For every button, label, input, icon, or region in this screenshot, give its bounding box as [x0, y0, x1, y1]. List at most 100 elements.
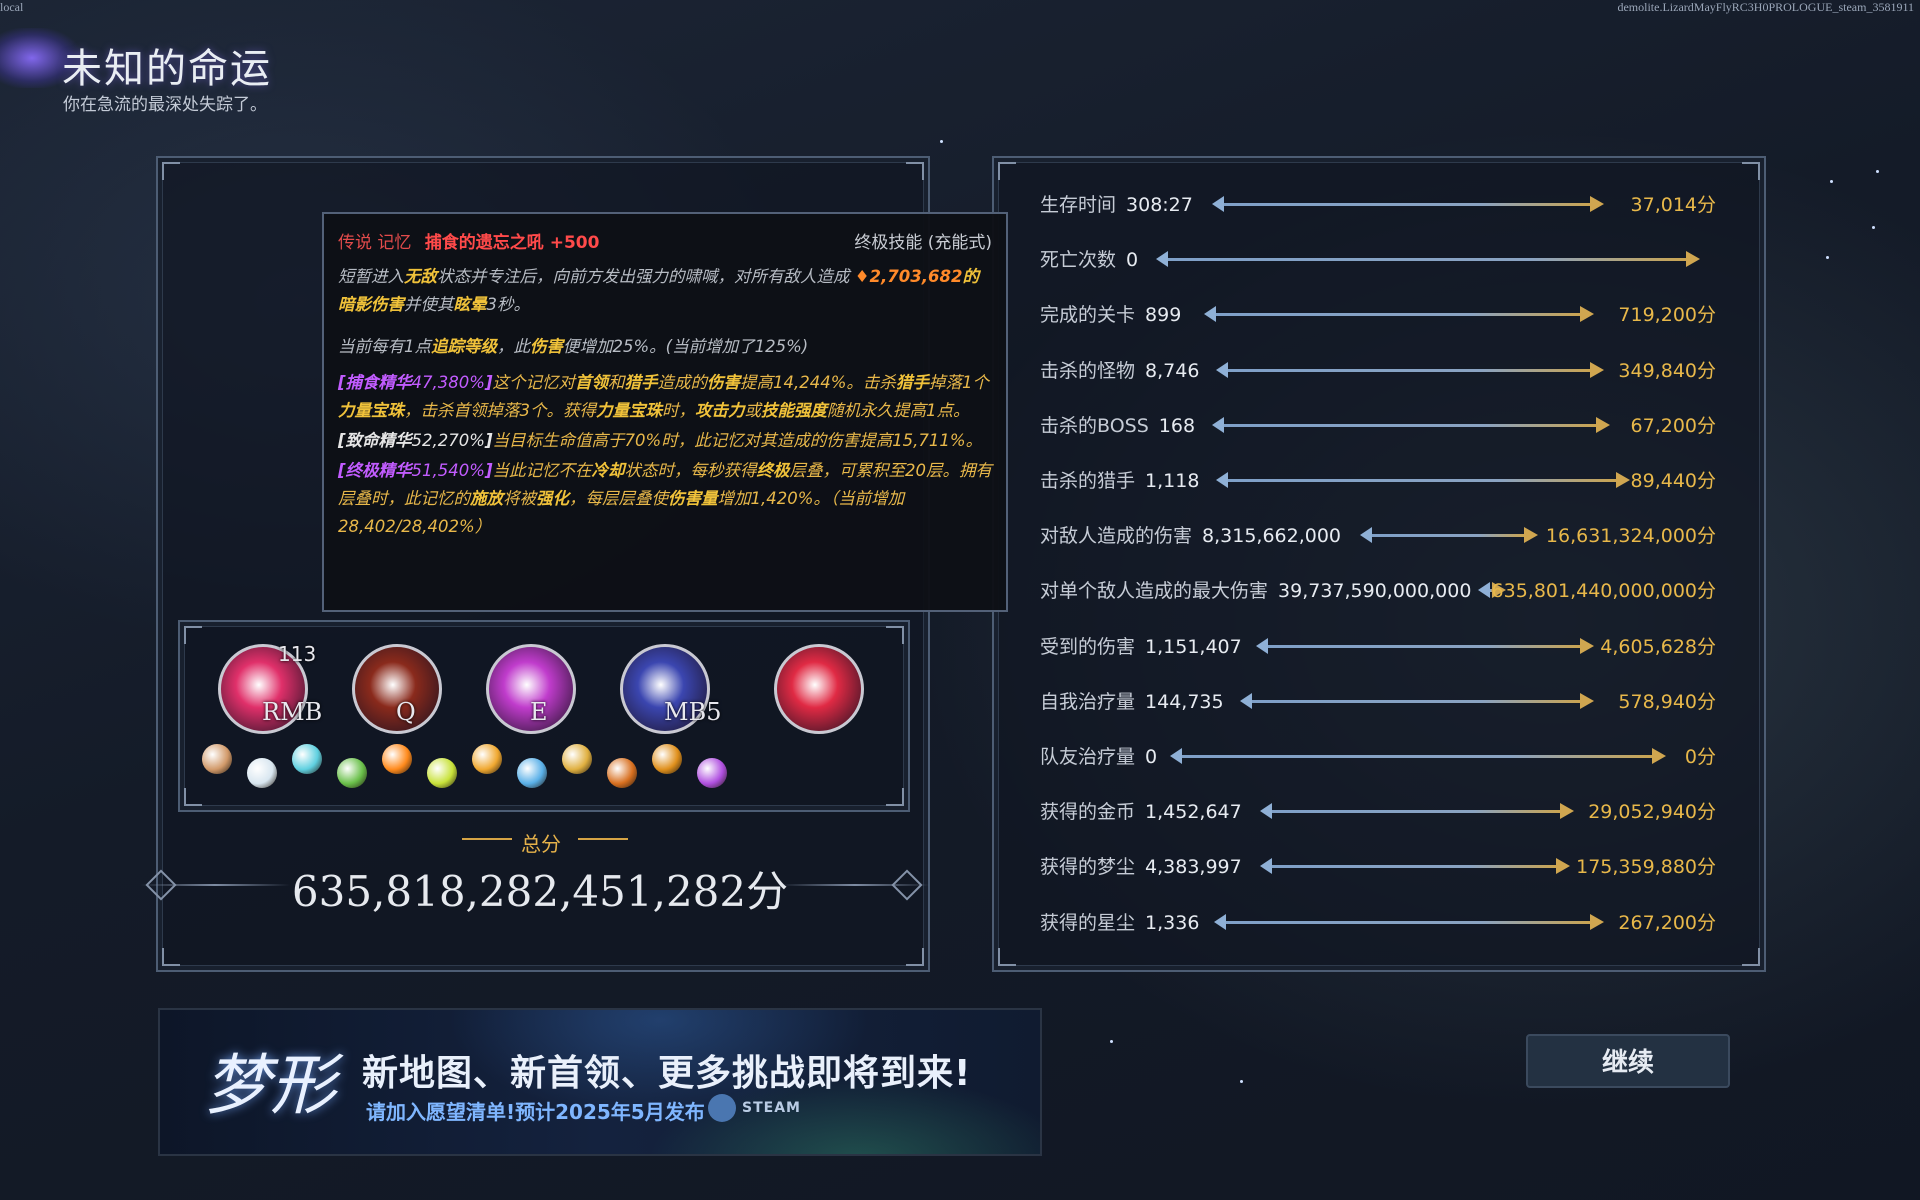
- stat-row: 死亡次数 0: [1040, 245, 1716, 275]
- tooltip-name: 捕食的遗忘之吼 +500: [424, 233, 600, 253]
- stat-score: 89,440分: [1630, 470, 1716, 492]
- stat-row: 击杀的猎手 1,118 89,440分: [1040, 466, 1716, 496]
- tooltip-scaling: 当前每有1点追踪等级，此伤害便增加25%。(当前增加了125%): [338, 337, 809, 356]
- stat-arrow-line: [1204, 306, 1594, 323]
- stat-value: 168: [1158, 414, 1196, 437]
- gem-icon[interactable]: [697, 758, 727, 788]
- stat-label: 完成的关卡 899: [1040, 304, 1182, 327]
- gem-icon[interactable]: [247, 758, 277, 788]
- stat-value: 0: [1126, 249, 1139, 272]
- stat-arrow-line: [1156, 251, 1700, 268]
- stat-score: 349,840分: [1618, 359, 1716, 382]
- stat-arrow-line: [1360, 527, 1538, 544]
- constellation-star: [1826, 256, 1829, 259]
- stat-row: 完成的关卡 899 719,200分: [1040, 300, 1716, 330]
- page-title: 未知的命运: [62, 46, 272, 92]
- stat-score: 16,631,324,000分: [1545, 525, 1716, 548]
- stat-score: 267,200分: [1618, 911, 1716, 934]
- stat-score: 719,200分: [1618, 304, 1716, 327]
- gem-icon[interactable]: [607, 758, 637, 788]
- constellation-star: [1876, 170, 1879, 173]
- stat-score: 4,605,628分: [1600, 635, 1716, 658]
- stat-arrow-line: [1240, 692, 1594, 709]
- stat-label: 击杀的BOSS 168: [1040, 414, 1196, 437]
- stat-row: 获得的金币 1,452,647 29,052,940分: [1040, 797, 1716, 827]
- stats-panel: [992, 156, 1766, 972]
- gem-icon[interactable]: [202, 744, 232, 774]
- stat-label: 获得的金币 1,452,647: [1040, 801, 1242, 824]
- total-right-arrow: [578, 838, 628, 840]
- stat-label: 获得的星尘 1,336: [1040, 911, 1200, 934]
- stat-label: 击杀的怪物 8,746: [1040, 359, 1200, 382]
- tooltip-effect: 短暂进入无敌状态并专注后，向前方发出强力的啸喊，对所有敌人造成 ♦2,703,6…: [338, 267, 979, 314]
- stat-value: 1,118: [1145, 470, 1200, 492]
- stat-label: 击杀的猎手 1,118: [1040, 470, 1200, 492]
- stat-label: 自我治疗量 144,735: [1040, 690, 1224, 713]
- total-score: 635,818,282,451,282分: [291, 867, 789, 916]
- build-tag-right: demolite.LizardMayFlyRC3H0PROLOGUE_steam…: [1617, 0, 1914, 14]
- stat-value: 39,737,590,000,000: [1278, 580, 1472, 603]
- stat-score: 175,359,880分: [1576, 856, 1716, 879]
- stat-value: 4,383,997: [1145, 856, 1242, 879]
- stat-arrow-line: [1256, 637, 1594, 654]
- stat-value: 308:27: [1126, 194, 1193, 216]
- banner-headline: 新地图、新首领、更多挑战即将到来!: [362, 1053, 972, 1094]
- constellation-star: [1110, 1040, 1113, 1043]
- stat-score: 67,200分: [1630, 414, 1716, 437]
- stat-label: 受到的伤害 1,151,407: [1040, 635, 1242, 658]
- skill-keybind: Q: [396, 698, 416, 726]
- stat-score: 37,014分: [1630, 194, 1716, 216]
- spiral-vortex-icon[interactable]: [774, 644, 864, 734]
- gem-icon[interactable]: [337, 758, 367, 788]
- stat-value: 1,336: [1145, 911, 1200, 934]
- gem-icon[interactable]: [562, 744, 592, 774]
- stat-value: 144,735: [1145, 690, 1224, 713]
- steam-icon: [708, 1094, 736, 1122]
- stat-arrow-line: [1214, 913, 1604, 930]
- skill-keybind: MB5: [664, 698, 722, 726]
- banner-wishlist-text: 请加入愿望清单!预计2025年5月发布: [366, 1100, 705, 1124]
- tooltip-type: 终极技能 (充能式): [854, 233, 992, 253]
- stat-value: 1,151,407: [1145, 635, 1242, 658]
- stat-score: 29,052,940分: [1588, 801, 1716, 824]
- gem-icon[interactable]: [517, 758, 547, 788]
- stat-row: 获得的梦尘 4,383,997 175,359,880分: [1040, 852, 1716, 882]
- stat-arrow-line: [1170, 748, 1666, 764]
- game-logo: 梦形: [204, 1047, 336, 1124]
- stat-label: 对单个敌人造成的最大伤害 39,737,590,000,000: [1040, 580, 1472, 603]
- stat-label: 生存时间 308:27: [1040, 194, 1193, 216]
- tooltip-essence-predation: [捕食精华47,380%]这个记忆对首领和猎手造成的伤害提高14,244%。击杀…: [338, 373, 989, 420]
- gem-icon[interactable]: [292, 744, 322, 774]
- stat-arrow-line: [1212, 416, 1610, 433]
- tooltip-essence-lethal: [致命精华52,270%]当目标生命值高于70%时，此记忆对其造成的伤害提高15…: [338, 431, 983, 450]
- stat-label: 队友治疗量 0: [1040, 746, 1158, 768]
- gem-icon[interactable]: [472, 744, 502, 774]
- constellation-star: [940, 140, 943, 143]
- skill-keybind: RMB: [262, 698, 323, 726]
- page-subtitle: 你在急流的最深处失踪了。: [63, 95, 267, 115]
- tooltip-rarity: 传说 记忆: [338, 233, 412, 253]
- constellation-star: [1830, 180, 1833, 183]
- skill-keybind: E: [530, 698, 548, 726]
- stat-value: 0: [1145, 746, 1158, 768]
- stat-arrow-line: [1260, 858, 1570, 875]
- stat-row: 对单个敌人造成的最大伤害 39,737,590,000,000 635,801,44…: [1040, 576, 1716, 606]
- stat-row: 对敌人造成的伤害 8,315,662,000 16,631,324,000分: [1040, 521, 1716, 551]
- constellation-star: [1872, 226, 1875, 229]
- stat-row: 获得的星尘 1,336 267,200分: [1040, 908, 1716, 938]
- promo-banner[interactable]: 梦形 新地图、新首领、更多挑战即将到来! 请加入愿望清单!预计2025年5月发布…: [158, 1008, 1042, 1156]
- stat-value: 8,746: [1145, 359, 1200, 382]
- gem-icon[interactable]: [652, 744, 682, 774]
- stat-arrow-line: [1216, 361, 1604, 378]
- stat-value: 8,315,662,000: [1202, 525, 1342, 548]
- total-label: 总分: [521, 832, 561, 856]
- gem-icon[interactable]: [382, 744, 412, 774]
- stat-label: 死亡次数 0: [1040, 249, 1139, 272]
- stat-label: 获得的梦尘 4,383,997: [1040, 856, 1242, 879]
- stat-row: 队友治疗量 0 0分: [1040, 742, 1716, 772]
- continue-button[interactable]: 继续: [1526, 1034, 1730, 1088]
- gem-icon[interactable]: [427, 758, 457, 788]
- stat-value: 899: [1145, 304, 1182, 327]
- stat-row: 击杀的怪物 8,746 349,840分: [1040, 356, 1716, 386]
- memory-tooltip: 传说 记忆 捕食的遗忘之吼 +500 终极技能 (充能式) 短暂进入无敌状态并专…: [322, 212, 1008, 612]
